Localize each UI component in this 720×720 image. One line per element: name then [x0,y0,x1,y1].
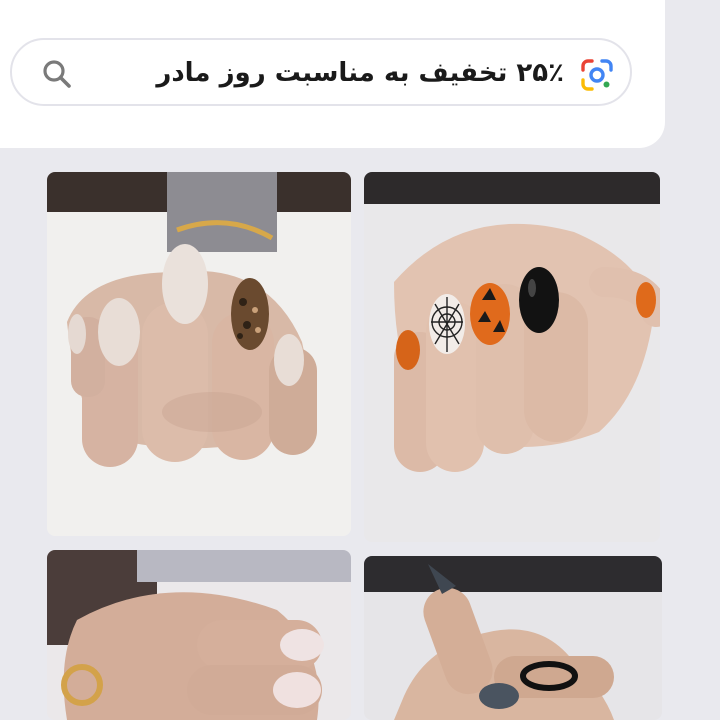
result-image-4[interactable] [364,556,662,720]
search-bar[interactable]: ۲۵٪ تخفیف به مناسبت روز مادر [10,38,632,106]
search-icon[interactable] [40,57,74,91]
result-image-2[interactable] [364,172,660,542]
search-input[interactable]: ۲۵٪ تخفیف به مناسبت روز مادر [114,54,564,92]
search-header: ۲۵٪ تخفیف به مناسبت روز مادر [0,0,665,148]
google-lens-icon[interactable] [579,57,615,93]
result-image-3[interactable] [47,550,351,720]
result-image-1[interactable] [47,172,351,536]
